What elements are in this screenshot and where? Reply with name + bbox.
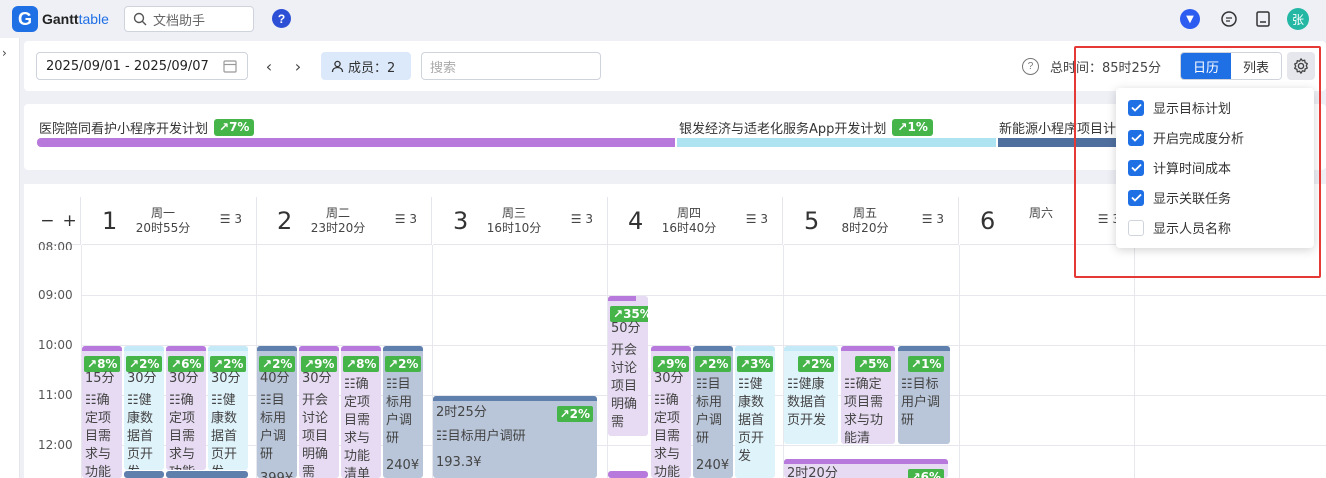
event-card[interactable]: ↗2% ☷目标用户调研 240¥ — [383, 346, 423, 478]
event-card[interactable] — [166, 471, 248, 478]
hour-label: 11:00 — [38, 388, 73, 402]
logo-name-suffix: table — [78, 11, 109, 27]
goal-bar[interactable] — [677, 138, 996, 147]
day-name: 周二 23时20分 — [310, 206, 366, 235]
hour-label: 10:00 — [38, 338, 73, 352]
avatar[interactable]: 张 — [1287, 8, 1309, 30]
logo-name: Gantt — [42, 11, 79, 27]
day-name: 周四 16时40分 — [661, 206, 717, 235]
hour-label: 09:00 — [38, 288, 73, 302]
app-logo[interactable]: G Gantttable — [12, 6, 109, 32]
goal-percent: ↗7% — [214, 119, 255, 136]
members-filter[interactable]: 成员：2 — [321, 52, 411, 80]
task-count: ☰ 3 — [570, 212, 593, 226]
day-number: 5 — [804, 207, 820, 235]
event-card[interactable]: ↗3% ☷健康数据首页开发 — [735, 346, 775, 478]
notebook-icon[interactable] — [1253, 9, 1273, 29]
help-icon[interactable]: ? — [272, 9, 291, 28]
event-card[interactable] — [608, 471, 648, 478]
question-icon[interactable]: ? — [1022, 58, 1039, 75]
date-range-picker[interactable]: 2025/09/01 - 2025/09/07 — [36, 52, 248, 80]
logo-icon: G — [12, 6, 38, 32]
search-icon — [133, 12, 147, 26]
members-label: 成员：2 — [348, 60, 396, 76]
doc-assistant-search[interactable]: 文档助手 — [124, 6, 254, 32]
event-card[interactable] — [124, 471, 164, 478]
day-header[interactable]: 4 周四 16时40分 ☰ 3 — [608, 197, 783, 245]
prev-week-button[interactable]: ‹ — [259, 55, 279, 77]
goal-bar[interactable] — [37, 138, 675, 147]
task-count: ☰ 3 — [394, 212, 417, 226]
day-name: 周三 16时10分 — [486, 206, 542, 235]
next-week-button[interactable]: › — [288, 55, 308, 77]
event-card[interactable]: ↗2% 2时25分 ☷目标用户调研 193.3¥ — [433, 396, 597, 478]
hour-label: 08:00 — [38, 240, 73, 250]
hour-line — [82, 295, 1326, 296]
hour-label: 12:00 — [38, 438, 73, 452]
chevron-right-icon[interactable]: › — [2, 46, 7, 60]
goal-percent: ↗1% — [892, 119, 933, 136]
day-header[interactable]: 1 周一 20时55分 ☰ 3 — [82, 197, 257, 245]
event-card[interactable]: ↗35%50分开会讨论项目明确需 — [608, 296, 648, 436]
day-number: 1 — [102, 207, 118, 235]
goal-name: 医院陪同看护小程序开发计划 — [39, 122, 209, 137]
day-number: 2 — [277, 207, 293, 235]
user-icon — [331, 60, 344, 72]
day-name: 周六 — [1028, 206, 1053, 220]
chevron-down-icon[interactable]: ▼ — [1180, 9, 1200, 29]
day-name: 周一 20时55分 — [135, 206, 191, 235]
calendar-icon — [223, 60, 237, 73]
column-line — [1134, 245, 1135, 478]
day-number: 6 — [980, 207, 996, 235]
event-card[interactable]: ↗8% ☷确定项目需求与功能清单 — [341, 346, 381, 478]
task-count: ☰ 3 — [921, 212, 944, 226]
zoom-in-button[interactable]: + — [63, 211, 77, 231]
column-line — [959, 245, 960, 478]
task-count: ☰ 3 — [745, 212, 768, 226]
goal-name: 银发经济与适老化服务App开发计划 — [679, 122, 887, 137]
side-rail — [0, 38, 20, 478]
event-card[interactable]: ↗2% ☷目标用户调研 240¥ — [693, 346, 733, 478]
day-number: 3 — [453, 207, 469, 235]
zoom-out-button[interactable]: − — [40, 211, 54, 231]
event-card[interactable]: ↗9% 30分 开会讨论项目明确需 — [299, 346, 339, 478]
goal-item[interactable]: 医院陪同看护小程序开发计划 ↗7% — [39, 118, 255, 137]
day-header[interactable]: 2 周二 23时20分 ☰ 3 — [257, 197, 432, 245]
event-card[interactable]: ↗5% ☷确定项目需求与功能清 — [841, 346, 895, 444]
event-card[interactable]: ↗1% ☷目标用户调研 — [898, 346, 950, 444]
date-range-value: 2025/09/01 - 2025/09/07 — [46, 58, 209, 74]
doc-assistant-placeholder: 文档助手 — [153, 13, 206, 29]
event-card[interactable]: ↗2% ☷健康数据首页开发 — [784, 346, 838, 444]
day-name: 周五 8时20分 — [841, 206, 889, 235]
search-input[interactable]: 搜索 — [421, 52, 601, 80]
day-header[interactable]: 3 周三 16时10分 ☰ 3 — [433, 197, 608, 245]
event-card[interactable]: ↗2%30分☷健康数据首页开发 — [208, 346, 248, 470]
zoom-controls: − + — [37, 197, 81, 245]
event-card[interactable]: 2时20分 ↗6% — [784, 459, 948, 478]
chat-icon[interactable] — [1219, 9, 1239, 29]
event-card[interactable]: ↗2%40分☷目标用户调研399¥ — [257, 346, 297, 478]
highlight-box — [1074, 46, 1321, 278]
task-count: ☰ 3 — [219, 212, 242, 226]
event-card[interactable]: ↗9% 30分 ☷确定项目需求与功能 — [651, 346, 691, 478]
event-card[interactable]: ↗6%30分☷确定项目需求与功能 — [166, 346, 206, 470]
day-header[interactable]: 5 周五 8时20分 ☰ 3 — [784, 197, 959, 245]
event-card[interactable]: ↗8% 15分 ☷确定项目需求与功能 — [82, 346, 122, 478]
event-card[interactable]: ↗2%30分☷健康数据首页开发 — [124, 346, 164, 470]
goal-item[interactable]: 银发经济与适老化服务App开发计划 ↗1% — [679, 118, 933, 137]
day-number: 4 — [628, 207, 644, 235]
